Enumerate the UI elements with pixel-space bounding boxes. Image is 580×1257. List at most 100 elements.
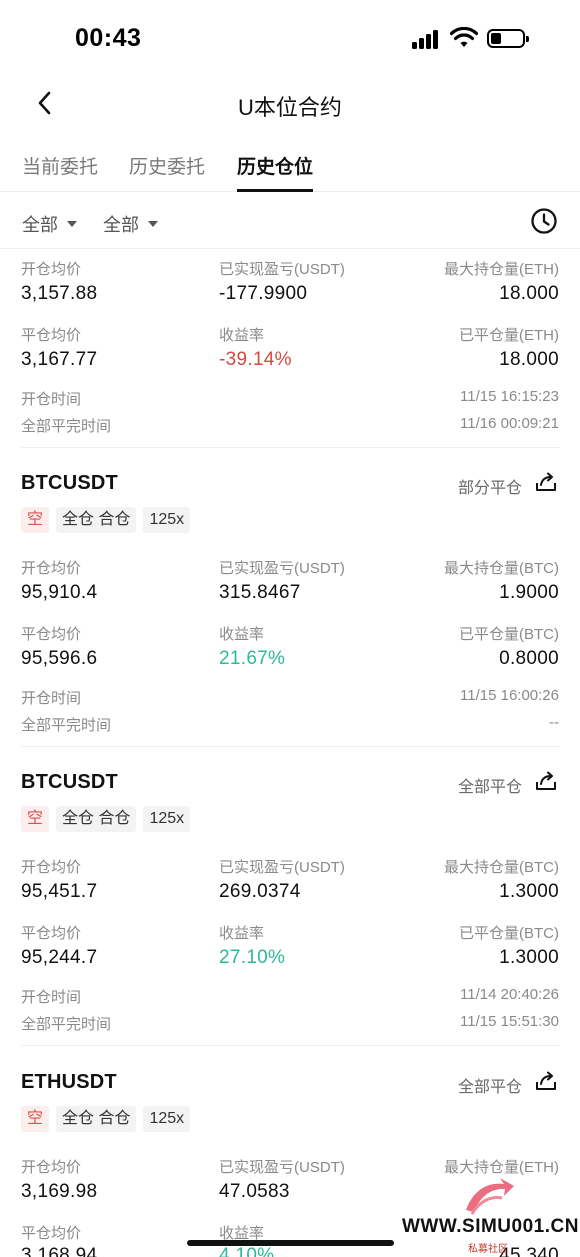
- closed-qty-value: 18.000: [499, 349, 559, 370]
- watermark: WWW.SIMU001.CN 私募社区: [402, 1172, 579, 1255]
- close-avg-label: 平仓均价: [21, 925, 82, 942]
- leverage-tag: 125x: [143, 806, 191, 832]
- caret-down-icon: [148, 221, 158, 227]
- closed-qty-label: 已平仓量(BTC): [459, 626, 559, 643]
- open-time-value: 11/15 16:00:26: [460, 687, 559, 704]
- nav-bar: U本位合约: [0, 78, 580, 128]
- filter-dropdown-2[interactable]: 全部: [103, 211, 158, 237]
- close-avg-label: 平仓均价: [21, 327, 82, 344]
- filter-dropdown-1[interactable]: 全部: [22, 211, 77, 237]
- margin-mode-tag: 全仓 合仓: [56, 1106, 137, 1132]
- open-time-value: 11/14 20:40:26: [460, 986, 559, 1003]
- open-time-value: 11/15 16:15:23: [460, 388, 559, 405]
- symbol: ETHUSDT: [21, 1071, 117, 1093]
- open-avg-label: 开仓均价: [21, 560, 82, 577]
- filter-bar: 全部 全部: [0, 193, 580, 249]
- realized-pnl-value: 269.0374: [219, 881, 301, 902]
- wifi-icon: [450, 27, 478, 47]
- max-position-label: 最大持仓量(BTC): [444, 859, 559, 876]
- close-status: 全部平仓: [457, 779, 522, 796]
- close-avg-value: 3,167.77: [21, 349, 98, 370]
- divider: [21, 746, 560, 747]
- realized-pnl-value: 47.0583: [219, 1181, 290, 1202]
- realized-pnl-label: 已实现盈亏(USDT): [219, 859, 345, 876]
- leverage-tag: 125x: [143, 1106, 191, 1132]
- roi-label: 收益率: [219, 925, 265, 942]
- share-icon[interactable]: [535, 471, 557, 493]
- margin-mode-tag: 全仓 合仓: [56, 806, 137, 832]
- open-avg-value: 95,910.4: [21, 582, 98, 603]
- divider: [21, 1045, 560, 1046]
- closed-qty-value: 1.3000: [499, 947, 559, 968]
- cellular-signal-icon: [412, 29, 442, 49]
- open-time-label: 开仓时间: [21, 989, 82, 1006]
- tag-row: 空 全仓 合仓 125x: [21, 507, 191, 533]
- close-avg-label: 平仓均价: [21, 626, 82, 643]
- tag-row: 空 全仓 合仓 125x: [21, 806, 191, 832]
- tab-current-orders[interactable]: 当前委托: [22, 152, 98, 179]
- realized-pnl-label: 已实现盈亏(USDT): [219, 261, 345, 278]
- close-avg-value: 95,596.6: [21, 648, 98, 669]
- close-status: 部分平仓: [457, 480, 522, 497]
- full-close-time-label: 全部平完时间: [21, 717, 112, 734]
- max-position-value: 1.9000: [499, 582, 559, 603]
- realized-pnl-value: -177.9900: [219, 283, 308, 304]
- full-close-time-label: 全部平完时间: [21, 418, 112, 435]
- divider: [21, 447, 560, 448]
- realized-pnl-label: 已实现盈亏(USDT): [219, 1159, 345, 1176]
- open-time-label: 开仓时间: [21, 391, 82, 408]
- active-tab-indicator: [237, 189, 313, 192]
- open-avg-value: 95,451.7: [21, 881, 98, 902]
- full-close-time-value: 11/15 15:51:30: [460, 1013, 559, 1030]
- closed-qty-label: 已平仓量(ETH): [459, 327, 559, 344]
- roi-label: 收益率: [219, 327, 265, 344]
- battery-icon: [487, 29, 529, 48]
- clock-icon[interactable]: [530, 207, 558, 235]
- tab-order-history[interactable]: 历史委托: [129, 152, 205, 179]
- leverage-tag: 125x: [143, 507, 191, 533]
- watermark-subtext: 私募社区: [468, 1244, 508, 1255]
- closed-qty-value: 0.8000: [499, 648, 559, 669]
- caret-down-icon: [67, 221, 77, 227]
- realized-pnl-label: 已实现盈亏(USDT): [219, 560, 345, 577]
- open-avg-label: 开仓均价: [21, 859, 82, 876]
- roi-value: 21.67%: [219, 648, 286, 669]
- side-tag: 空: [21, 507, 50, 533]
- close-avg-value: 95,244.7: [21, 947, 98, 968]
- share-icon[interactable]: [535, 1070, 557, 1092]
- tag-row: 空 全仓 合仓 125x: [21, 1106, 191, 1132]
- roi-value: 4.10%: [219, 1245, 275, 1257]
- roi-value: 27.10%: [219, 947, 286, 968]
- share-icon[interactable]: [535, 770, 557, 792]
- full-close-time-value: 11/16 00:09:21: [460, 415, 559, 432]
- margin-mode-tag: 全仓 合仓: [56, 507, 137, 533]
- watermark-text: WWW.SIMU001.CN: [402, 1216, 579, 1237]
- close-avg-value: 3,168.94: [21, 1245, 98, 1257]
- realized-pnl-value: 315.8467: [219, 582, 301, 603]
- max-position-label: 最大持仓量(ETH): [444, 261, 559, 278]
- closed-qty-label: 已平仓量(BTC): [459, 925, 559, 942]
- open-time-label: 开仓时间: [21, 690, 82, 707]
- home-indicator[interactable]: [187, 1240, 394, 1246]
- status-bar: 00:43: [0, 0, 580, 78]
- max-position-value: 18.000: [499, 283, 559, 304]
- full-close-time-label: 全部平完时间: [21, 1016, 112, 1033]
- close-status: 全部平仓: [457, 1079, 522, 1096]
- open-avg-label: 开仓均价: [21, 1159, 82, 1176]
- tab-bar: 当前委托 历史委托 历史仓位: [0, 140, 580, 192]
- filter-2-label: 全部: [103, 215, 139, 235]
- roi-value: -39.14%: [219, 349, 292, 370]
- open-avg-value: 3,157.88: [21, 283, 98, 304]
- max-position-label: 最大持仓量(BTC): [444, 560, 559, 577]
- side-tag: 空: [21, 1106, 50, 1132]
- side-tag: 空: [21, 806, 50, 832]
- watermark-logo-icon: [466, 1178, 514, 1215]
- tab-position-history[interactable]: 历史仓位: [237, 152, 313, 179]
- full-close-time-value: --: [549, 714, 559, 731]
- page-title: U本位合约: [238, 95, 342, 120]
- max-position-value: 1.3000: [499, 881, 559, 902]
- symbol: BTCUSDT: [21, 771, 118, 793]
- roi-label: 收益率: [219, 626, 265, 643]
- status-time: 00:43: [75, 24, 142, 52]
- filter-1-label: 全部: [22, 215, 58, 235]
